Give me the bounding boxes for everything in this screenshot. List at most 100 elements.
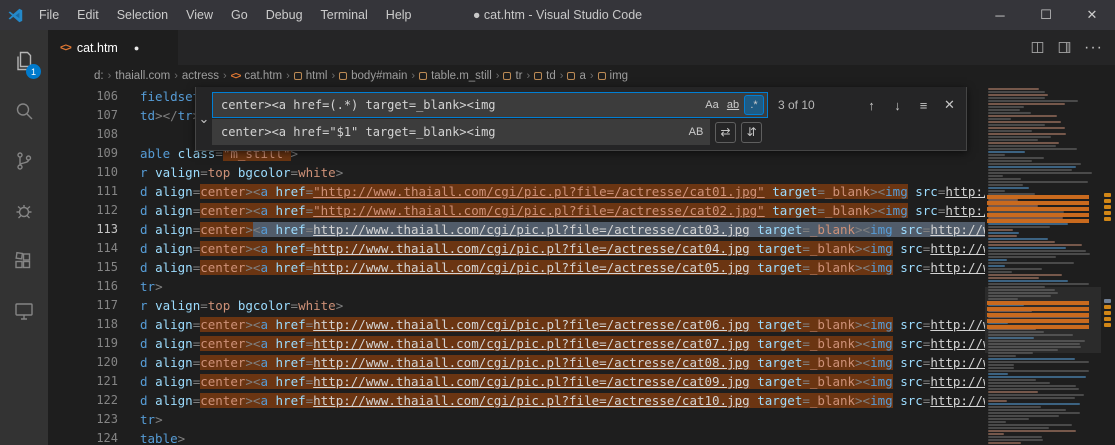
previous-match-button[interactable]: ↑ <box>861 95 882 116</box>
line-number: 122 <box>48 391 136 410</box>
toggle-replace-button[interactable]: ⌄ <box>196 87 212 150</box>
breadcrumb-item[interactable]: a <box>567 70 585 82</box>
code-line[interactable]: 112d align=center><a href="http://www.th… <box>48 201 985 220</box>
breadcrumb-item[interactable]: d: <box>94 70 104 82</box>
breadcrumb-item[interactable]: body#main <box>339 70 407 82</box>
find-input[interactable]: center><a href=(.*) target=_blank><img A… <box>212 92 768 118</box>
find-input-value: center><a href=(.*) target=_blank><img <box>213 93 767 117</box>
replace-button[interactable]: ⇄ <box>715 122 736 143</box>
breadcrumb-separator-icon: › <box>496 70 500 82</box>
code-line[interactable]: 120d align=center><a href=http://www.tha… <box>48 353 985 372</box>
code-line[interactable]: 123tr> <box>48 410 985 429</box>
breadcrumb: d:›thaiall.com›actress›<>cat.htm›html›bo… <box>48 65 1115 87</box>
code-line[interactable]: 116tr> <box>48 277 985 296</box>
menu-go[interactable]: Go <box>222 0 257 30</box>
replace-all-button[interactable]: ⇵ <box>741 122 762 143</box>
search-icon <box>12 99 36 123</box>
menu-selection[interactable]: Selection <box>108 0 177 30</box>
symbol-icon <box>339 72 347 80</box>
find-in-selection-button[interactable]: ≡ <box>913 95 934 116</box>
minimap[interactable] <box>985 87 1101 445</box>
menu-view[interactable]: View <box>177 0 222 30</box>
close-find-button[interactable]: ✕ <box>939 95 960 116</box>
breadcrumb-separator-icon: › <box>411 70 415 82</box>
line-number: 108 <box>48 125 136 144</box>
line-number: 120 <box>48 353 136 372</box>
remote-explorer-button[interactable] <box>0 286 48 336</box>
debug-icon <box>12 199 36 223</box>
line-number: 118 <box>48 315 136 334</box>
find-row: center><a href=(.*) target=_blank><img A… <box>212 92 960 118</box>
modified-dot-icon: ● <box>134 43 139 53</box>
breadcrumb-item[interactable]: td <box>534 70 556 82</box>
menu-bar: File Edit Selection View Go Debug Termin… <box>30 0 421 30</box>
vscode-logo-icon <box>0 7 30 24</box>
activity-bar: 1 <box>0 30 48 445</box>
code-line[interactable]: 111d align=center><a href="http://www.th… <box>48 182 985 201</box>
breadcrumb-separator-icon: › <box>331 70 335 82</box>
remote-explorer-icon <box>12 299 36 323</box>
toggle-layout-icon[interactable] <box>1057 40 1072 55</box>
code-line[interactable]: 113d align=center><a href=http://www.tha… <box>48 220 985 239</box>
line-number: 114 <box>48 239 136 258</box>
replace-input[interactable]: center><a href="$1" target=_blank><img A… <box>212 119 710 145</box>
maximize-button[interactable]: ☐ <box>1023 0 1069 30</box>
breadcrumb-item[interactable]: html <box>294 70 328 82</box>
tab-cat-htm[interactable]: <> cat.htm ● <box>48 30 178 65</box>
menu-debug[interactable]: Debug <box>257 0 312 30</box>
line-number: 123 <box>48 410 136 429</box>
search-button[interactable] <box>0 86 48 136</box>
extensions-button[interactable] <box>0 236 48 286</box>
breadcrumb-item[interactable]: <>cat.htm <box>231 70 282 82</box>
code-line[interactable]: 119d align=center><a href=http://www.tha… <box>48 334 985 353</box>
breadcrumb-item[interactable]: actress <box>182 70 219 82</box>
next-match-button[interactable]: ↓ <box>887 95 908 116</box>
whole-word-button[interactable]: ab <box>723 95 743 115</box>
more-actions-icon[interactable]: ··· <box>1084 39 1103 57</box>
menu-edit[interactable]: Edit <box>68 0 108 30</box>
line-number: 119 <box>48 334 136 353</box>
explorer-button[interactable]: 1 <box>0 36 48 86</box>
symbol-icon <box>503 72 511 80</box>
overview-ruler <box>1101 87 1115 445</box>
editor-actions: ··· <box>1030 30 1115 65</box>
code-line[interactable]: 121d align=center><a href=http://www.tha… <box>48 372 985 391</box>
code-line[interactable]: 114d align=center><a href=http://www.tha… <box>48 239 985 258</box>
code-line[interactable]: 115d align=center><a href=http://www.tha… <box>48 258 985 277</box>
preserve-case-button[interactable]: AB <box>686 122 706 142</box>
menu-help[interactable]: Help <box>377 0 421 30</box>
symbol-icon <box>534 72 542 80</box>
split-editor-icon[interactable] <box>1030 40 1045 55</box>
line-number: 113 <box>48 220 136 239</box>
regex-button[interactable]: .* <box>744 95 764 115</box>
match-case-button[interactable]: Aa <box>702 95 722 115</box>
symbol-icon <box>294 72 302 80</box>
breadcrumb-separator-icon: › <box>223 70 227 82</box>
breadcrumb-item[interactable]: tr <box>503 70 522 82</box>
breadcrumb-separator-icon: › <box>174 70 178 82</box>
code-line[interactable]: 124table> <box>48 429 985 445</box>
code-line[interactable]: 122d align=center><a href=http://www.tha… <box>48 391 985 410</box>
breadcrumb-separator-icon: › <box>286 70 290 82</box>
breadcrumb-item[interactable]: table.m_still <box>419 70 492 82</box>
breadcrumb-item[interactable]: thaiall.com <box>115 70 170 82</box>
menu-terminal[interactable]: Terminal <box>312 0 377 30</box>
html-file-icon: <> <box>231 71 241 82</box>
debug-button[interactable] <box>0 186 48 236</box>
find-replace-widget: ⌄ center><a href=(.*) target=_blank><img… <box>195 87 967 151</box>
tab-bar: <> cat.htm ● ··· <box>48 30 1115 65</box>
symbol-icon <box>567 72 575 80</box>
code-line[interactable]: 110r valign=top bgcolor=white> <box>48 163 985 182</box>
minimap-content <box>985 88 1101 445</box>
close-window-button[interactable]: ✕ <box>1069 0 1115 30</box>
line-number: 110 <box>48 163 136 182</box>
code-line[interactable]: 117r valign=top bgcolor=white> <box>48 296 985 315</box>
replace-input-value: center><a href="$1" target=_blank><img <box>213 120 709 144</box>
line-number: 124 <box>48 429 136 445</box>
code-line[interactable]: 118d align=center><a href=http://www.tha… <box>48 315 985 334</box>
source-control-button[interactable] <box>0 136 48 186</box>
menu-file[interactable]: File <box>30 0 68 30</box>
breadcrumb-item[interactable]: img <box>598 70 629 82</box>
breadcrumb-separator-icon: › <box>590 70 594 82</box>
minimize-button[interactable]: ─ <box>977 0 1023 30</box>
